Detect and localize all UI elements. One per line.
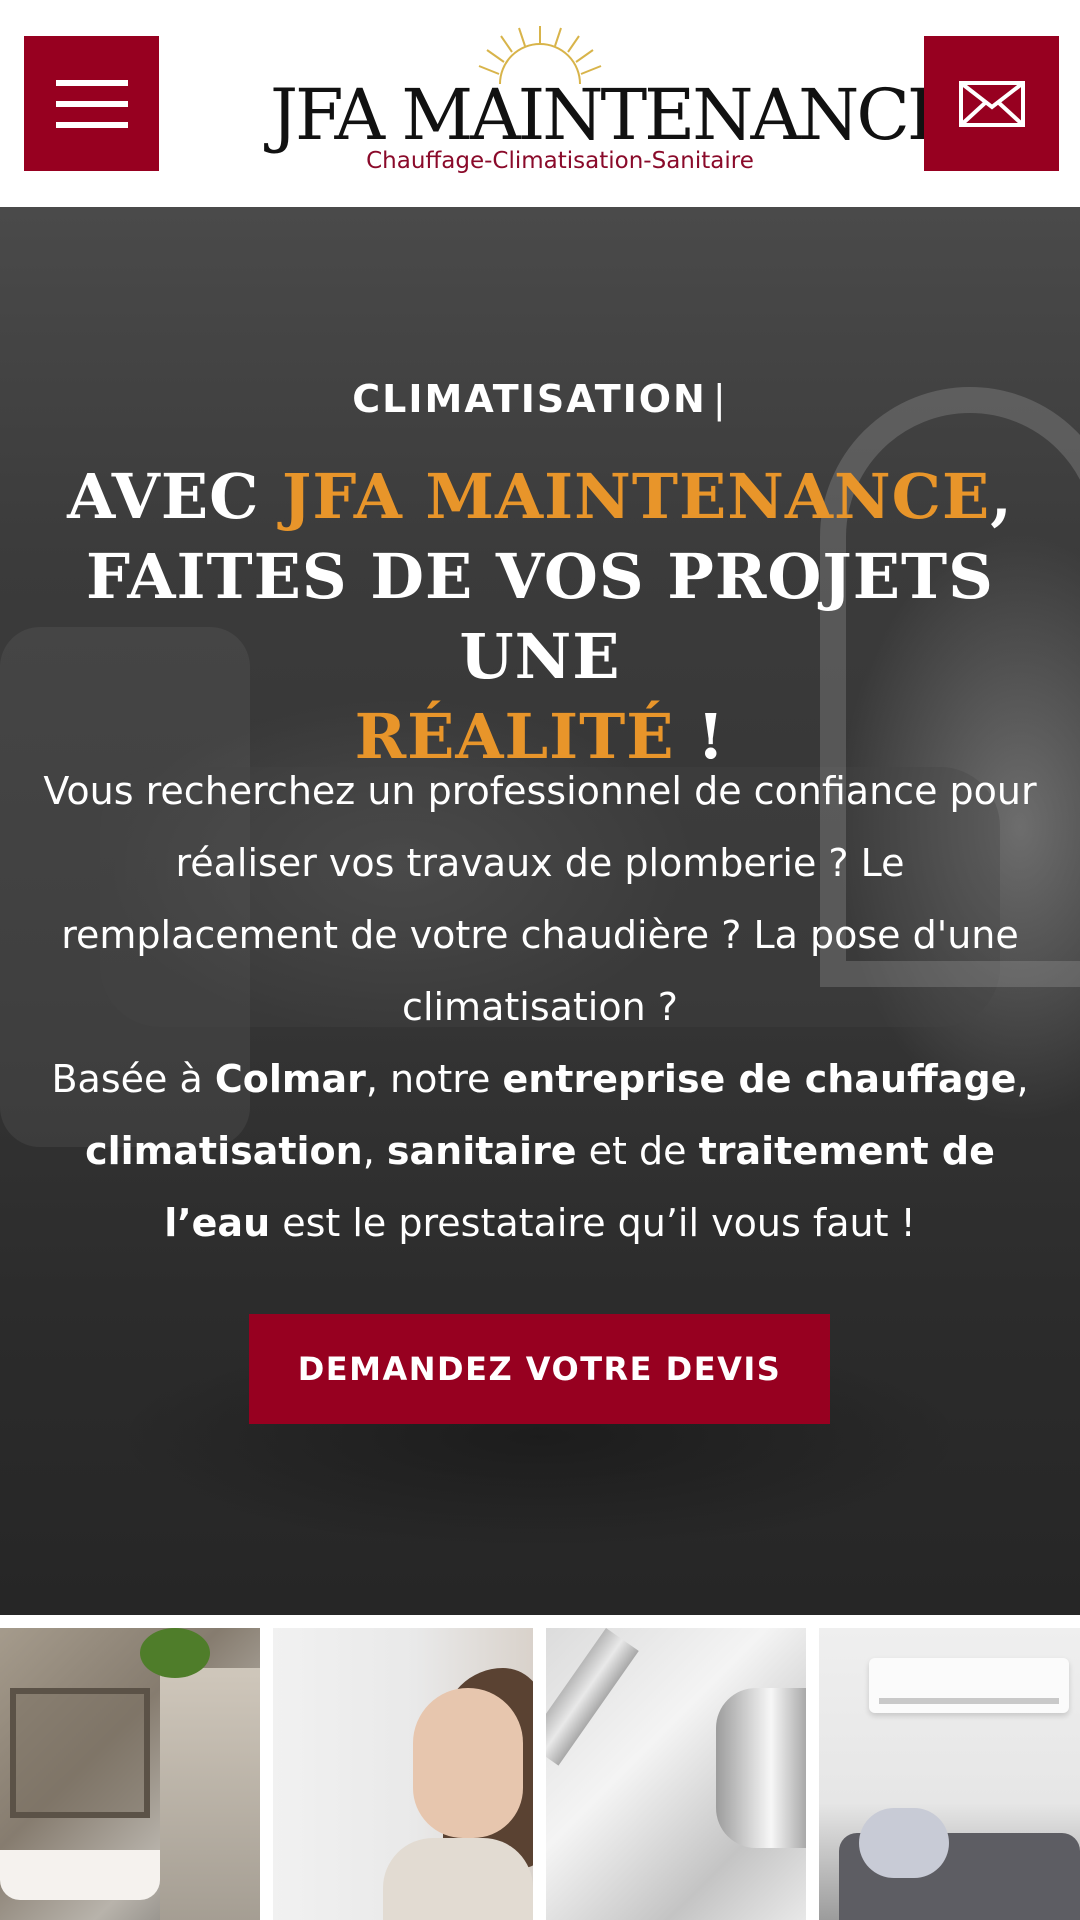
contact-button[interactable]: [924, 36, 1059, 171]
intro-mid: , notre: [365, 1057, 503, 1101]
services-gallery: [0, 1628, 1080, 1920]
intro-end: est le prestataire qu’il vous faut !: [270, 1201, 916, 1245]
envelope-icon: [958, 80, 1025, 127]
intro-keyword-cooling: climatisation: [85, 1129, 363, 1173]
ac-unit-shape: [869, 1658, 1069, 1713]
faucet-neck-shape: [546, 1628, 639, 1766]
headline-part1: AVEC: [67, 460, 283, 533]
quote-request-button[interactable]: DEMANDEZ VOTRE DEVIS: [249, 1314, 830, 1424]
plant-shape: [140, 1628, 210, 1678]
brand-tagline: Chauffage-Climatisation-Sanitaire: [366, 148, 754, 174]
headline-brand: JFA MAINTENANCE: [282, 460, 991, 533]
sink-shape: [0, 1850, 160, 1900]
ac-vent-shape: [879, 1698, 1059, 1704]
menu-button[interactable]: [24, 36, 159, 171]
gallery-tile-faucet[interactable]: [546, 1628, 806, 1920]
intro-keyword-heating: entreprise de chauffage: [502, 1057, 1017, 1101]
brand-logo[interactable]: JFA MAINTENANCE Chauffage-Climatisation-…: [270, 24, 958, 184]
cabinet-shape: [160, 1668, 260, 1920]
intro-comma-1: ,: [1016, 1057, 1029, 1101]
gallery-tile-bathroom[interactable]: [0, 1628, 260, 1920]
brand-name: JFA MAINTENANCE: [270, 74, 958, 156]
sweater-shape: [383, 1838, 533, 1920]
hero-section: CLIMATISATION | AVEC JFA MAINTENANCE, FAI…: [0, 207, 1080, 1615]
site-header: JFA MAINTENANCE Chauffage-Climatisation-…: [0, 0, 1080, 207]
mirror-shape: [10, 1688, 150, 1818]
gallery-tile-air-conditioner[interactable]: [819, 1628, 1080, 1920]
headline-part2: ,: [990, 460, 1013, 533]
hero-eyebrow: CLIMATISATION |: [0, 377, 1080, 421]
face-shape: [413, 1688, 523, 1838]
intro-paragraph-1: Vous recherchez un professionnel de conf…: [43, 769, 1037, 1029]
typing-caret: |: [712, 377, 728, 421]
intro-comma-2: ,: [362, 1129, 387, 1173]
eyebrow-text: CLIMATISATION: [352, 377, 707, 421]
gallery-tile-woman[interactable]: [273, 1628, 533, 1920]
person-shape: [859, 1808, 949, 1878]
hamburger-icon: [55, 79, 128, 128]
intro-and: et de: [576, 1129, 699, 1173]
hero-intro: Vous recherchez un professionnel de conf…: [40, 755, 1040, 1259]
intro-prefix: Basée à: [51, 1057, 215, 1101]
hero-headline: AVEC JFA MAINTENANCE, FAITES DE VOS PROJ…: [30, 457, 1050, 777]
faucet-shape: [716, 1688, 806, 1848]
intro-city: Colmar: [214, 1057, 366, 1101]
headline-part3: FAITES DE VOS PROJETS UNE: [86, 540, 994, 693]
intro-keyword-sanitary: sanitaire: [386, 1129, 577, 1173]
